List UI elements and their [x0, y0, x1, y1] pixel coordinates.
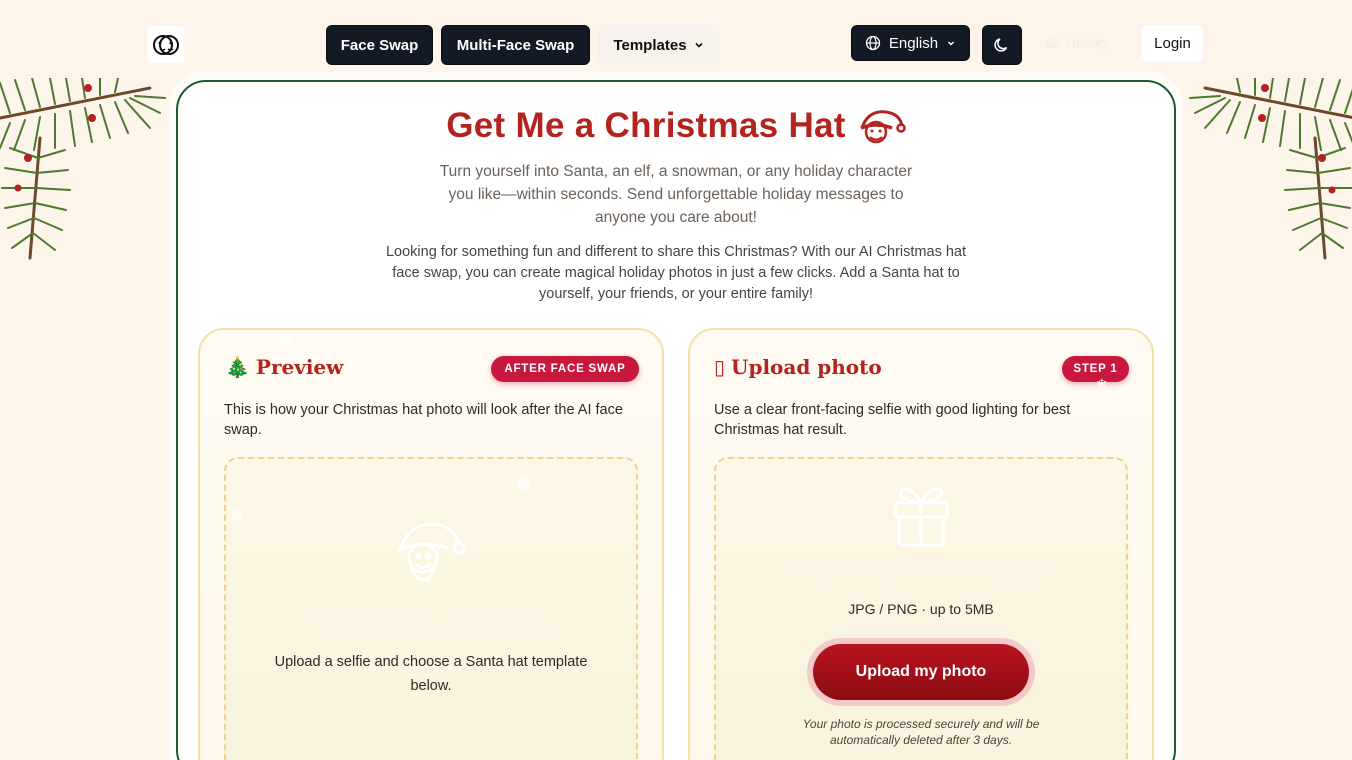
history-link[interactable]: History	[1046, 34, 1110, 50]
gift-icon	[893, 487, 949, 547]
logo-mask-icon	[152, 34, 179, 55]
tree-icon: 🎄	[225, 355, 250, 379]
globe-icon	[865, 35, 881, 51]
santa-icon	[860, 110, 906, 144]
chevron-down-icon	[948, 41, 955, 46]
secure-note: Your photo is processed securely and wil…	[802, 717, 1040, 747]
moon-icon	[994, 38, 1008, 52]
preview-title-text: Preview	[255, 355, 344, 379]
history-label: History	[1066, 34, 1110, 50]
snowflake-icon: ❄	[515, 474, 532, 496]
logo-text[interactable]: AI Face Swap	[193, 33, 305, 53]
page-title-text: Get Me a Christmas Hat	[446, 106, 846, 145]
santa-icon	[397, 522, 466, 582]
preview-area	[224, 457, 638, 760]
upload-formats: JPG / PNG · up to 5MB	[848, 601, 994, 617]
language-label: English	[888, 34, 939, 52]
snowflake-icon: ❄	[1096, 376, 1108, 392]
hero-subtitle: Turn yourself into Santa, an elf, a snow…	[439, 163, 913, 226]
login-button[interactable]: Login	[1142, 25, 1203, 61]
nav-face-swap-button[interactable]: Face Swap	[326, 25, 433, 65]
after-face-swap-badge: AFTER FACE SWAP	[491, 356, 639, 382]
preview-description: This is how your Christmas hat photo wil…	[224, 402, 623, 438]
nav-templates-dropdown[interactable]: Templates	[598, 25, 720, 65]
hero-description: Looking for something fun and different …	[385, 244, 966, 302]
upload-title-text: Upload photo	[731, 355, 882, 379]
upload-emoji-icon: ▯	[714, 355, 726, 379]
upload-drag-title: Drag & drop or click to upload	[791, 562, 1051, 582]
history-icon	[1046, 35, 1060, 49]
upload-photo-button[interactable]: Upload my photo	[813, 644, 1029, 700]
preview-panel-title: 🎄 Preview	[225, 355, 343, 379]
language-selector[interactable]: English	[851, 25, 970, 61]
snowflake-icon: ❄	[230, 505, 246, 525]
theme-toggle-button[interactable]	[982, 25, 1022, 65]
nav-multi-face-swap-button[interactable]: Multi-Face Swap	[441, 25, 590, 65]
logo[interactable]	[147, 26, 184, 63]
upload-description: Use a clear front-facing selfie with goo…	[714, 402, 1071, 438]
chevron-down-icon	[694, 42, 703, 48]
templates-label: Templates	[613, 36, 687, 54]
preview-placeholder-sub: Upload a selfie and choose a Santa hat t…	[274, 654, 588, 694]
upload-panel-title: ▯ Upload photo	[714, 355, 882, 379]
snowflake-icon: ❄	[277, 330, 294, 352]
preview-placeholder-title: Your Christmas Hat Preview	[311, 614, 551, 634]
header: AI Face Swap Face Swap Multi-Face Swap T…	[0, 0, 1352, 80]
page-title: Get Me a Christmas Hat	[0, 106, 1352, 146]
